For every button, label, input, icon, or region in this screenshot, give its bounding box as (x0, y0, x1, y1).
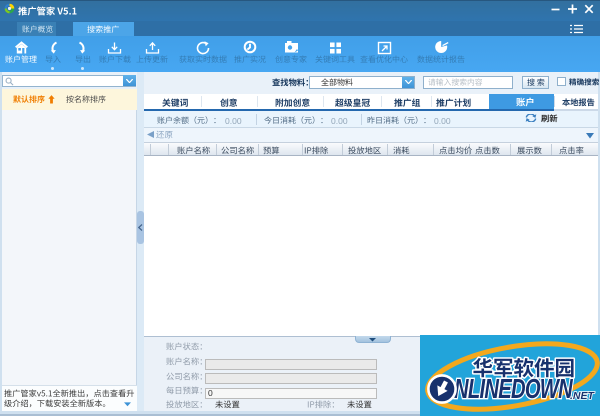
svg-text:.NET: .NET (570, 390, 596, 402)
svg-text:NLINEDOWN: NLINEDOWN (454, 373, 573, 404)
